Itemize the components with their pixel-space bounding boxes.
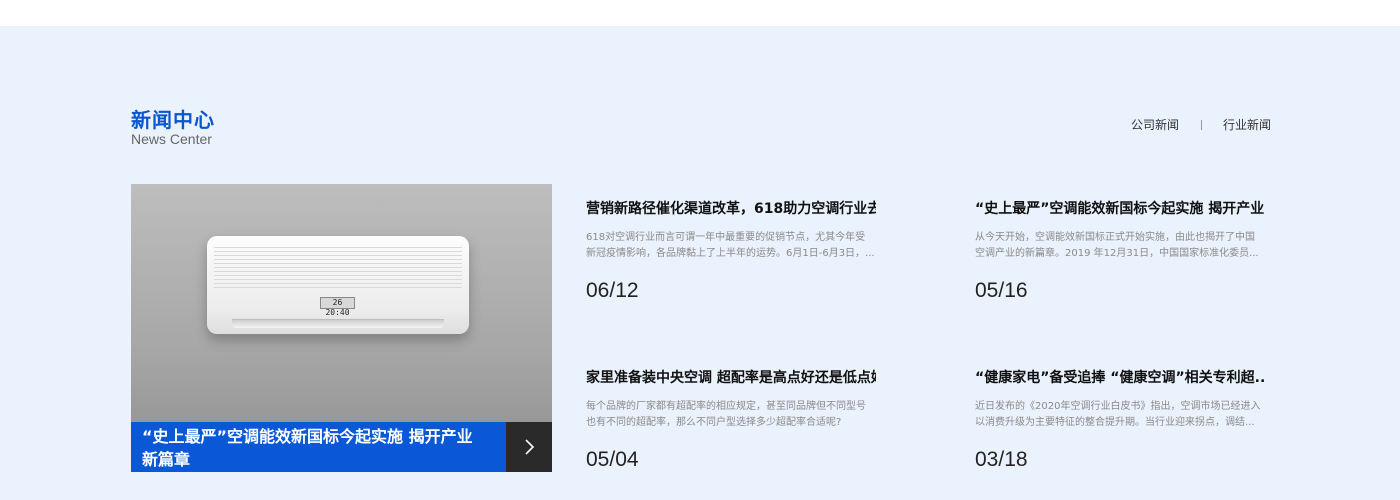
news-item[interactable]: 营销新路径催化渠道改革，618助力空调行业去... 618对空调行业而言可谓一年… xyxy=(586,199,876,303)
featured-caption-line1: “史上最严”空调能效新国标今起实施 揭开产业 xyxy=(142,427,473,446)
news-item[interactable]: 家里准备装中央空调 超配率是高点好还是低点好? 每个品牌的厂家都有超配率的相应规… xyxy=(586,368,876,472)
tab-industry-news[interactable]: 行业新闻 xyxy=(1223,116,1271,133)
news-item-date: 06/12 xyxy=(586,279,639,302)
news-item[interactable]: “健康家电”备受追捧 “健康空调”相关专利超... 近日发布的《2020年空调行… xyxy=(975,368,1265,472)
news-item-summary-line: 近日发布的《2020年空调行业白皮书》指出，空调市场已经进入 xyxy=(975,401,1261,412)
news-item-summary-line: 从今天开始，空调能效新国标正式开始实施，由此也揭开了中国 xyxy=(975,232,1255,243)
news-item-date: 05/16 xyxy=(975,279,1028,302)
section-title: 新闻中心 xyxy=(131,108,215,132)
tab-company-news[interactable]: 公司新闻 xyxy=(1131,116,1179,133)
ac-display: 26 20:40 xyxy=(320,297,355,317)
air-conditioner-image: 26 20:40 xyxy=(207,236,469,334)
chevron-right-icon xyxy=(525,439,535,455)
news-item-summary: 近日发布的《2020年空调行业白皮书》指出，空调市场已经进入 以消费升级为主要特… xyxy=(975,399,1265,431)
featured-caption-line2: 新篇章 xyxy=(142,450,191,469)
featured-caption[interactable]: “史上最严”空调能效新国标今起实施 揭开产业 新篇章 xyxy=(131,422,506,472)
news-item-summary: 618对空调行业而言可谓一年中最重要的促销节点，尤其今年受 新冠疫情影响，各品牌… xyxy=(586,230,876,262)
tab-divider xyxy=(1201,119,1203,130)
news-item-date: 03/18 xyxy=(975,448,1028,471)
news-item-summary-line: 也有不同的超配率，那么不同户型选择多少超配率合适呢? xyxy=(586,417,842,428)
section-subtitle: News Center xyxy=(131,131,212,147)
news-item-summary-line: 新冠疫情影响，各品牌黏上了上半年的运势。6月1日-6月3日，... xyxy=(586,248,875,259)
ac-vent xyxy=(232,319,444,328)
news-item-summary: 从今天开始，空调能效新国标正式开始实施，由此也揭开了中国 空调产业的新篇章。20… xyxy=(975,230,1265,262)
news-item-summary-line: 以消费升级为主要特征的整合提升期。当行业迎来拐点，调结... xyxy=(975,417,1255,428)
next-button[interactable] xyxy=(506,422,552,472)
featured-news-card[interactable]: 26 20:40 “史上最严”空调能效新国标今起实施 揭开产业 新篇章 xyxy=(131,184,552,472)
news-item-title[interactable]: 家里准备装中央空调 超配率是高点好还是低点好? xyxy=(586,368,876,388)
ac-grille xyxy=(214,247,462,291)
top-header-strip xyxy=(0,0,1400,26)
news-item-title[interactable]: “史上最严”空调能效新国标今起实施 揭开产业... xyxy=(975,199,1265,219)
news-item-title[interactable]: 营销新路径催化渠道改革，618助力空调行业去... xyxy=(586,199,876,219)
news-item-summary-line: 618对空调行业而言可谓一年中最重要的促销节点，尤其今年受 xyxy=(586,232,866,243)
news-item-summary: 每个品牌的厂家都有超配率的相应规定，甚至同品牌但不同型号 也有不同的超配率，那么… xyxy=(586,399,876,431)
news-item[interactable]: “史上最严”空调能效新国标今起实施 揭开产业... 从今天开始，空调能效新国标正… xyxy=(975,199,1265,303)
news-item-summary-line: 每个品牌的厂家都有超配率的相应规定，甚至同品牌但不同型号 xyxy=(586,401,866,412)
news-category-tabs: 公司新闻 行业新闻 xyxy=(1131,116,1271,133)
news-item-summary-line: 空调产业的新篇章。2019 年12月31日，中国国家标准化委员... xyxy=(975,248,1259,259)
news-item-date: 05/04 xyxy=(586,448,639,471)
news-item-title[interactable]: “健康家电”备受追捧 “健康空调”相关专利超... xyxy=(975,368,1265,388)
